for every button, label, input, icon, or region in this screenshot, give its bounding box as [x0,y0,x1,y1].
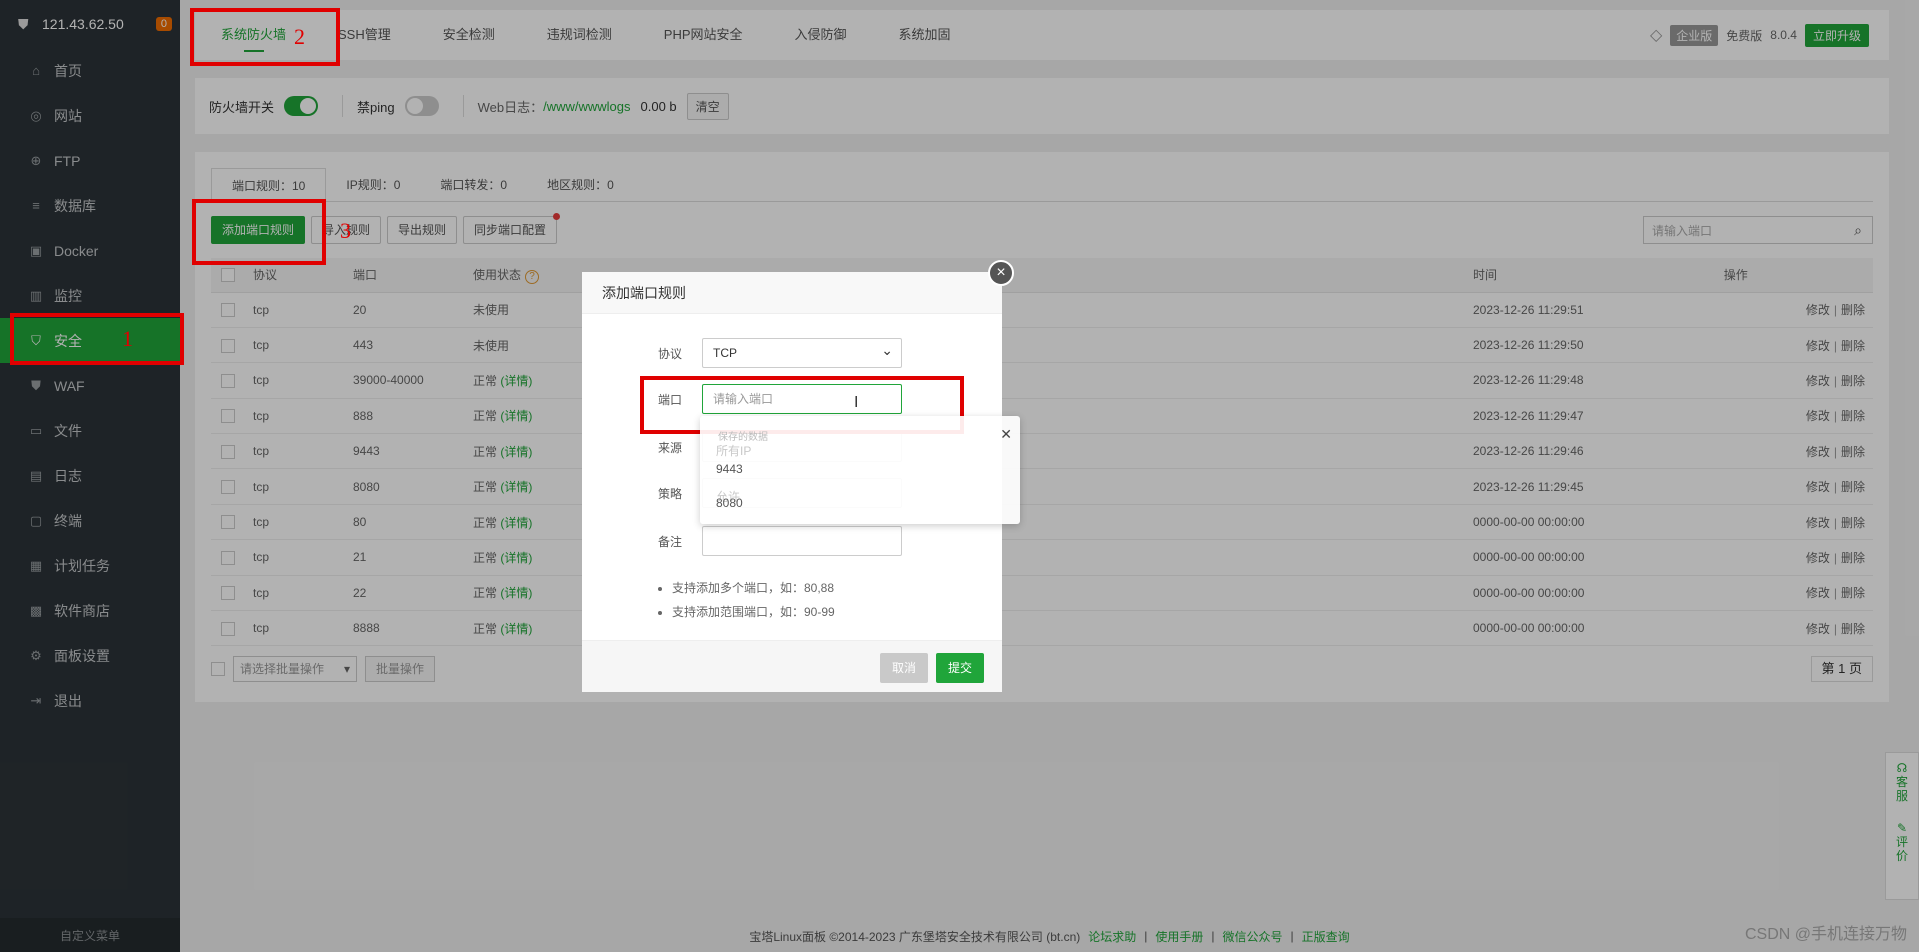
autocomplete-option[interactable]: 8080 [716,496,743,510]
tip-range-ports: 支持添加范围端口，如：90-99 [672,600,835,624]
policy-label: 策略 [657,486,682,501]
annotation-box-1 [10,313,184,365]
watermark: CSDN @手机连接万物 [1744,926,1907,943]
autocomplete-popup: 保存的数据 ✕ 所有IP 9443 允许 8080 [700,416,1020,524]
source-label: 来源 [657,440,682,455]
tips-list: 支持添加多个端口，如：80,88 支持添加范围端口，如：90-99 [656,576,835,624]
remark-input[interactable] [702,526,902,556]
annotation-num-2: 2 [294,24,305,49]
annotation-num-1: 1 [122,326,133,351]
autocomplete-option[interactable]: 9443 [716,462,743,476]
text-cursor-icon: I [854,394,859,411]
close-icon[interactable]: ✕ [1000,426,1012,443]
annotation-box-3 [192,199,326,265]
dialog-title: 添加端口规则 [582,272,1002,314]
submit-button[interactable]: 提交 [935,653,984,683]
protocol-label: 协议 [657,346,682,361]
protocol-select[interactable]: TCP [702,336,902,368]
annotation-box-2 [190,8,340,66]
dialog-footer: 取消 提交 [582,640,1002,692]
remark-label: 备注 [657,534,682,549]
autocomplete-header: 保存的数据 [718,432,768,443]
tip-multiple-ports: 支持添加多个端口，如：80,88 [672,576,835,600]
source-value-ghost: 所有IP [716,444,752,458]
cancel-button[interactable]: 取消 [879,653,928,683]
annotation-num-3: 3 [340,218,351,243]
close-icon[interactable]: × [988,260,1014,286]
